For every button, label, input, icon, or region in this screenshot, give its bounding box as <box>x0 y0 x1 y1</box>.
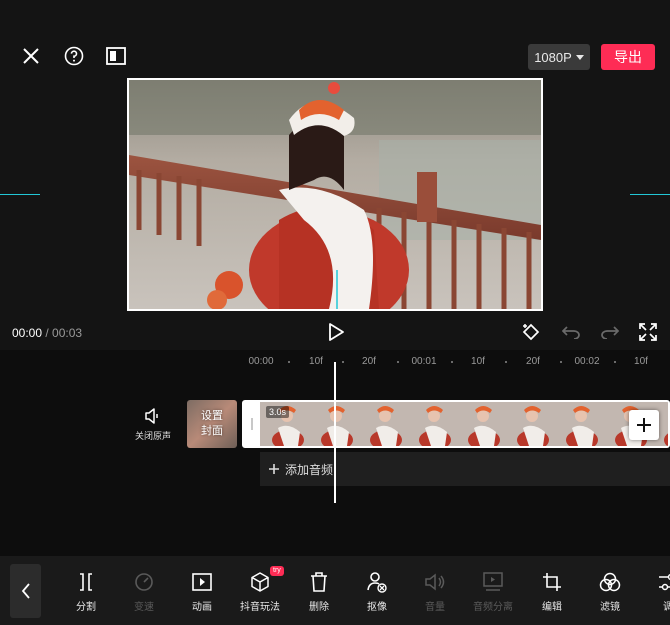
plus-icon <box>637 418 651 432</box>
clip-thumbnail <box>456 402 505 446</box>
playhead[interactable] <box>334 362 336 503</box>
adjust-icon <box>659 573 670 591</box>
trash-icon <box>311 572 327 592</box>
chevron-left-icon <box>21 583 30 599</box>
split-icon <box>80 573 92 591</box>
mute-original-audio-button[interactable]: 关闭原声 <box>132 408 174 442</box>
clip-trim-handle[interactable] <box>244 402 260 446</box>
top-bar: 1080P 导出 <box>0 0 670 78</box>
tool-audio-separate[interactable]: 音频分离 <box>468 570 518 613</box>
tool-label: 抠像 <box>367 602 387 613</box>
tool-label: 删除 <box>309 602 329 613</box>
redo-icon[interactable] <box>599 321 621 343</box>
ruler-dot <box>614 361 616 363</box>
video-frame-image <box>129 80 541 309</box>
tool-delete[interactable]: 删除 <box>294 570 344 613</box>
left-guide-line <box>0 194 40 195</box>
ruler-dot <box>288 361 290 363</box>
filter-icon <box>599 572 621 592</box>
ruler-label: 00:02 <box>574 356 600 367</box>
tool-label: 分割 <box>76 602 96 613</box>
add-clip-button[interactable] <box>629 410 659 440</box>
right-guide-line <box>630 194 670 195</box>
preview-area <box>0 78 670 318</box>
fullscreen-layout-icon[interactable] <box>105 45 127 67</box>
clip-duration: 3.0s <box>266 406 290 418</box>
current-time: 00:00 <box>12 326 43 340</box>
tool-label: 调 <box>663 602 670 613</box>
clip-thumbnail <box>554 402 603 446</box>
animation-icon <box>192 573 212 591</box>
speed-icon <box>135 573 153 591</box>
crop-icon <box>543 573 561 591</box>
total-time: 00:03 <box>52 326 83 340</box>
tool-douyin-effects[interactable]: 抖音玩法 <box>235 570 285 613</box>
tool-label: 音频分离 <box>473 602 513 613</box>
caret-down-icon <box>575 54 584 60</box>
audio-separate-icon <box>483 572 503 591</box>
help-icon[interactable] <box>63 45 85 67</box>
set-cover-button[interactable]: 设置 封面 <box>187 400 237 448</box>
export-button[interactable]: 导出 <box>601 44 655 70</box>
mute-label: 关闭原声 <box>134 431 171 441</box>
ruler-dot <box>451 361 453 363</box>
ruler-label: 10f <box>634 356 648 367</box>
timecode: 00:00 / 00:03 <box>12 326 82 340</box>
volume-icon <box>425 573 445 591</box>
tool-label: 编辑 <box>542 602 562 613</box>
undo-icon[interactable] <box>560 321 582 343</box>
resolution-value: 1080P <box>534 49 572 65</box>
clip-thumbnail <box>358 402 407 446</box>
ruler-label: 20f <box>526 356 540 367</box>
tool-label: 滤镜 <box>600 602 620 613</box>
cube-icon <box>251 572 269 592</box>
back-button[interactable] <box>10 564 41 618</box>
expand-icon[interactable] <box>637 321 659 343</box>
tool-adjust[interactable]: 调 <box>643 570 670 613</box>
player-controls: 00:00 / 00:03 <box>0 318 670 350</box>
cover-label: 设置 封面 <box>201 410 223 437</box>
tool-filter[interactable]: 滤镜 <box>585 570 635 613</box>
tool-speed[interactable]: 变速 <box>119 570 169 613</box>
tool-label: 变速 <box>134 602 154 613</box>
ruler-dot <box>342 361 344 363</box>
speaker-icon <box>145 408 158 424</box>
tool-edit[interactable]: 编辑 <box>527 570 577 613</box>
tool-cutout[interactable]: 抠像 <box>352 570 402 613</box>
add-audio-row[interactable]: 添加音频 <box>260 452 670 486</box>
close-icon[interactable] <box>20 45 42 67</box>
ruler-label: 20f <box>362 356 376 367</box>
ruler-dot <box>397 361 399 363</box>
tool-label: 动画 <box>192 602 212 613</box>
cutout-icon <box>367 572 387 593</box>
tool-animation[interactable]: 动画 <box>177 570 227 613</box>
clip-thumbnail <box>505 402 554 446</box>
add-audio-label: 添加音频 <box>285 462 334 477</box>
ruler-label: 00:01 <box>411 356 437 367</box>
video-preview[interactable] <box>127 78 543 311</box>
resolution-select[interactable]: 1080P <box>528 44 590 70</box>
tool-label: 音量 <box>425 602 445 613</box>
ruler-label: 10f <box>471 356 485 367</box>
video-clip-track[interactable]: 3.0s <box>242 400 670 448</box>
clip-thumbnails <box>260 402 668 446</box>
tool-label: 抖音玩法 <box>240 602 280 613</box>
bottom-toolbar: 分割 变速 动画 抖音玩法 删除 抠像 音量 音频分离 编辑 滤镜 调 <box>0 556 670 625</box>
ruler-label: 10f <box>309 356 323 367</box>
keyframe-icon[interactable] <box>520 321 542 343</box>
tool-split[interactable]: 分割 <box>61 570 111 613</box>
time-separator: / <box>42 326 53 340</box>
ruler-dot <box>505 361 507 363</box>
play-icon[interactable] <box>325 321 347 343</box>
ruler-label: 00:00 <box>248 356 274 367</box>
tool-volume[interactable]: 音量 <box>410 570 460 613</box>
plus-icon <box>269 464 279 474</box>
try-badge: try <box>270 566 284 576</box>
ruler-dot <box>560 361 562 363</box>
clip-thumbnail <box>407 402 456 446</box>
